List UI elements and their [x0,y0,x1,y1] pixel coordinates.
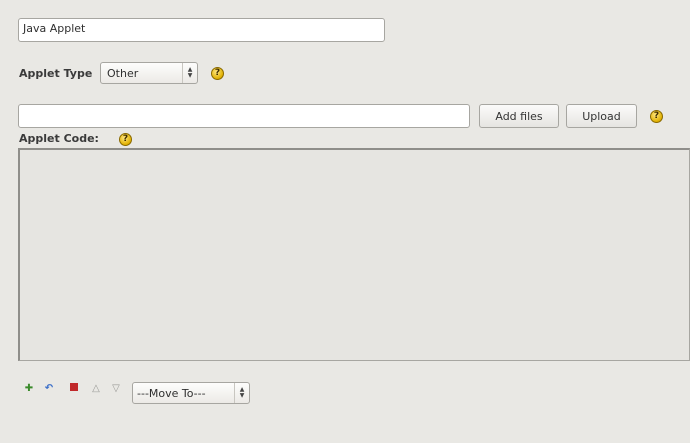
help-icon[interactable]: ? [211,67,224,80]
delete-square [70,383,78,391]
chevron-updown-icon: ▲ ▼ [234,383,249,403]
move-up-icon[interactable]: △ [91,384,101,394]
applet-name-input[interactable]: Java Applet [18,18,385,42]
help-icon[interactable]: ? [119,133,132,146]
add-files-button[interactable]: Add files [479,104,559,128]
applet-code-label: Applet Code: [19,132,99,145]
add-icon[interactable]: ✚ [24,384,34,394]
help-icon[interactable]: ? [650,110,663,123]
applet-type-label: Applet Type [19,67,93,80]
move-down-icon[interactable]: ▽ [111,384,121,394]
chevron-updown-icon: ▲ ▼ [182,63,197,83]
move-to-selected-value: ---Move To--- [137,386,206,400]
applet-code-textarea[interactable] [18,148,690,361]
move-to-select[interactable]: ---Move To--- ▲ ▼ [132,382,250,404]
upload-button[interactable]: Upload [566,104,637,128]
applet-type-selected-value: Other [107,66,139,80]
applet-editor-page: Java Applet Applet Type Other ▲ ▼ ? Add f… [0,0,690,443]
undo-icon[interactable]: ↶ [44,384,54,394]
file-path-input[interactable] [18,104,470,128]
delete-icon[interactable] [69,382,79,392]
applet-type-select[interactable]: Other ▲ ▼ [100,62,198,84]
